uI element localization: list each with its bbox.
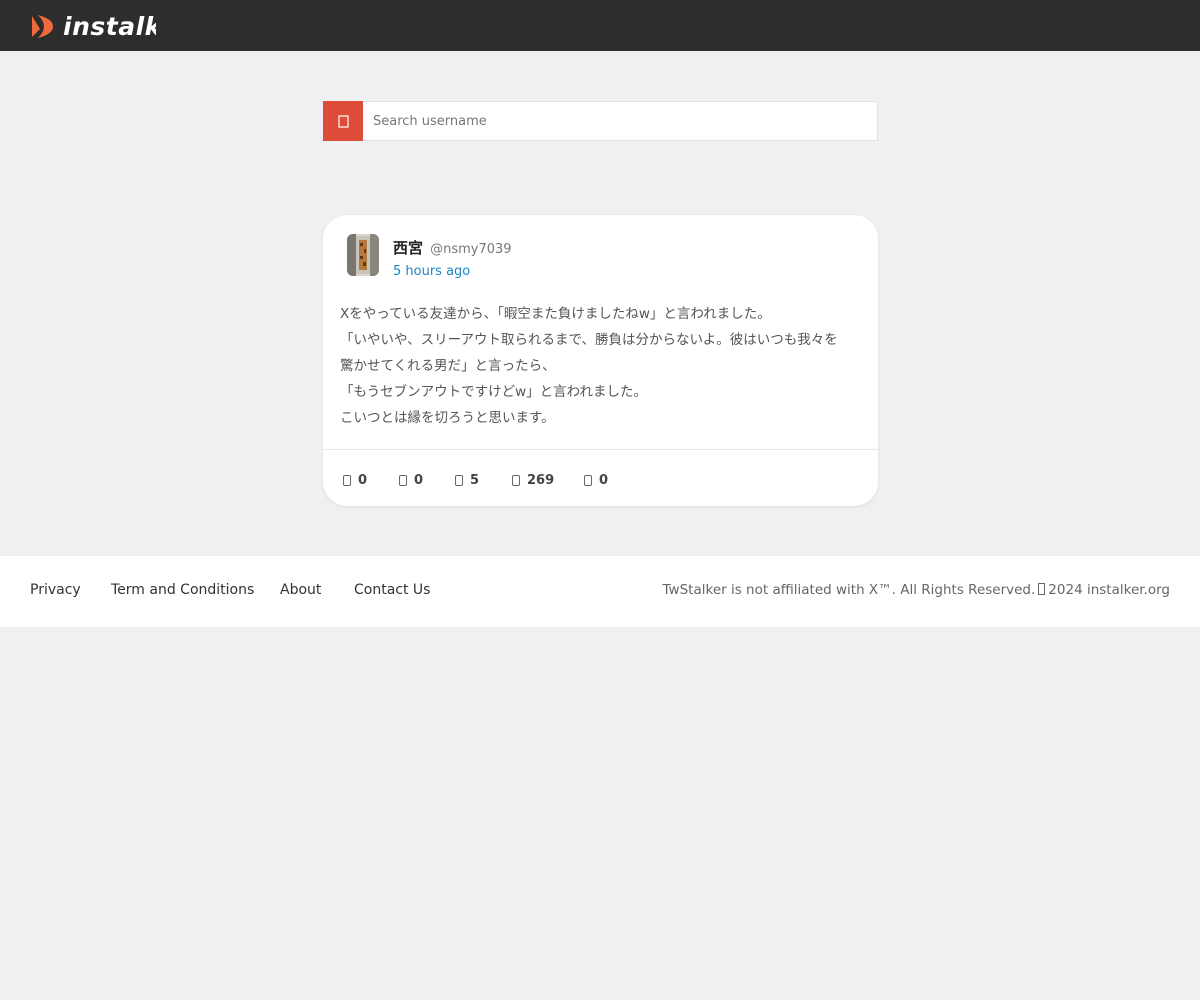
- views-count: 269: [527, 472, 555, 488]
- tweet-text-line: Xをやっている友達から、「暇空また負けましたねw」と言われました。: [340, 306, 771, 322]
- avatar[interactable]: [347, 234, 379, 276]
- top-navbar: instalker: [0, 0, 1200, 51]
- tweet-card: 西宮 @nsmy7039 5 hours ago Xをやっている友達から、「暇空…: [323, 215, 878, 506]
- views-stat[interactable]: 269: [512, 470, 554, 490]
- reply-stat[interactable]: 0: [343, 470, 367, 490]
- tweet-text-line: 「もうセブンアウトですけどw」と言われました。: [340, 384, 647, 400]
- author-handle[interactable]: @nsmy7039: [430, 242, 511, 257]
- like-stat[interactable]: 5: [455, 470, 479, 490]
- bookmark-stat[interactable]: 0: [584, 470, 608, 490]
- avatar-image: [347, 234, 379, 276]
- tweet-author: 西宮 @nsmy7039: [393, 237, 512, 258]
- author-name[interactable]: 西宮: [393, 239, 423, 257]
- footer-link-about[interactable]: About: [280, 582, 321, 598]
- reply-count: 0: [358, 472, 368, 488]
- footer-link-contact[interactable]: Contact Us: [354, 582, 430, 598]
- footer-link-terms[interactable]: Term and Conditions: [111, 582, 254, 598]
- like-count: 5: [470, 472, 480, 488]
- tweet-timestamp[interactable]: 5 hours ago: [393, 264, 470, 279]
- bookmark-icon: [584, 474, 592, 486]
- tweet-text-line: こいつとは縁を切ろうと思います。: [340, 410, 555, 426]
- footer: Privacy Term and Conditions About Contac…: [0, 556, 1200, 627]
- copyright-text: TwStalker is not affiliated with X™. All…: [662, 582, 1036, 598]
- logo-link[interactable]: instalker: [30, 10, 156, 42]
- logo-text: instalker: [63, 11, 156, 41]
- tweet-text: Xをやっている友達から、「暇空また負けましたねw」と言われました。 「いやいや、…: [340, 301, 865, 431]
- search-bar: [323, 101, 878, 141]
- footer-link-privacy[interactable]: Privacy: [30, 582, 81, 598]
- views-icon: [512, 474, 520, 486]
- instalker-logo-icon: [32, 14, 53, 38]
- reply-icon: [343, 474, 351, 486]
- retweet-stat[interactable]: 0: [399, 470, 423, 490]
- like-icon: [455, 474, 463, 486]
- copyright-icon: [1038, 583, 1046, 595]
- retweet-count: 0: [414, 472, 424, 488]
- search-icon: [337, 114, 349, 128]
- card-divider: [323, 449, 878, 450]
- tweet-text-line: 驚かせてくれる男だ」と言ったら、: [340, 358, 556, 374]
- tweet-text-line: 「いやいや、スリーアウト取られるまで、勝負は分からないよ。彼はいつも我々を: [340, 332, 838, 348]
- search-input[interactable]: [363, 102, 877, 140]
- bookmark-count: 0: [599, 472, 609, 488]
- search-button[interactable]: [323, 101, 363, 141]
- copyright-year: 2024 instalker.org: [1048, 582, 1170, 598]
- retweet-icon: [399, 474, 407, 486]
- copyright-notice: TwStalker is not affiliated with X™. All…: [663, 582, 1170, 598]
